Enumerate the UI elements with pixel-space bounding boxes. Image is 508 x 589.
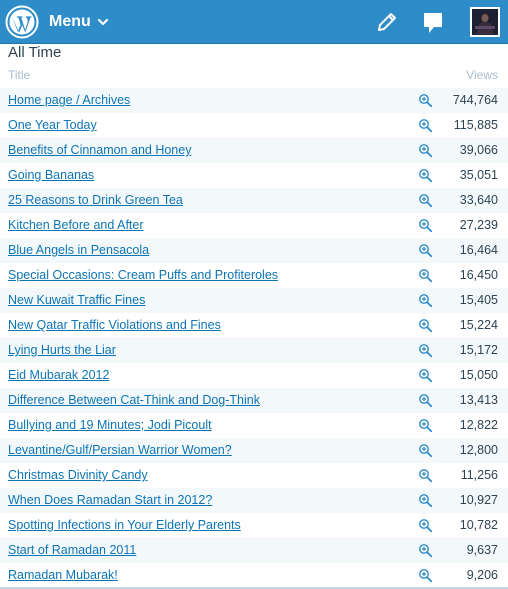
top-bar: Menu	[0, 0, 508, 44]
post-title-link[interactable]: Blue Angels in Pensacola	[8, 242, 149, 259]
zoom-details-icon[interactable]	[418, 243, 433, 258]
avatar[interactable]	[470, 7, 500, 37]
post-title-link[interactable]: New Qatar Traffic Violations and Fines	[8, 317, 221, 334]
table-row: Benefits of Cinnamon and Honey 39,066	[0, 138, 508, 163]
post-title-link[interactable]: Start of Ramadan 2011	[8, 542, 136, 559]
zoom-details-icon[interactable]	[418, 493, 433, 508]
avatar-image	[472, 9, 498, 35]
view-count: 16,450	[459, 268, 498, 282]
post-title-link[interactable]: Christmas Divinity Candy	[8, 467, 148, 484]
view-count: 115,885	[453, 118, 498, 132]
view-count: 15,405	[459, 293, 498, 307]
table-row: Bullying and 19 Minutes; Jodi Picoult 12,…	[0, 413, 508, 438]
view-count: 13,413	[459, 393, 498, 407]
zoom-details-icon[interactable]	[418, 143, 433, 158]
table-row: Ramadan Mubarak! 9,206	[0, 563, 508, 588]
column-header-views: Views	[466, 68, 498, 82]
view-count: 33,640	[459, 193, 498, 207]
zoom-details-icon[interactable]	[418, 343, 433, 358]
zoom-details-icon[interactable]	[418, 193, 433, 208]
view-count: 744,764	[452, 93, 498, 107]
top-posts-table: Home page / Archives 744,764 One Year Toda…	[0, 88, 508, 588]
table-row: Lying Hurts the Liar 15,172	[0, 338, 508, 363]
post-title-link[interactable]: Benefits of Cinnamon and Honey	[8, 142, 191, 159]
post-title-link[interactable]: 25 Reasons to Drink Green Tea	[8, 192, 183, 209]
table-row: 25 Reasons to Drink Green Tea 33,640	[0, 188, 508, 213]
view-count: 27,239	[459, 218, 498, 232]
post-title-link[interactable]: Bullying and 19 Minutes; Jodi Picoult	[8, 417, 212, 434]
menu-button[interactable]: Menu	[49, 10, 109, 34]
view-count: 15,050	[459, 368, 498, 382]
table-row: Home page / Archives 744,764	[0, 88, 508, 113]
table-row: Special Occasions: Cream Puffs and Profi…	[0, 263, 508, 288]
pencil-icon[interactable]	[375, 10, 399, 34]
post-title-link[interactable]: New Kuwait Traffic Fines	[8, 292, 145, 309]
chevron-down-icon	[97, 18, 108, 26]
table-row: One Year Today 115,885	[0, 113, 508, 138]
zoom-details-icon[interactable]	[418, 568, 433, 583]
view-count: 9,637	[466, 543, 498, 557]
post-title-link[interactable]: Lying Hurts the Liar	[8, 342, 116, 359]
post-title-link[interactable]: Spotting Infections in Your Elderly Pare…	[8, 517, 241, 534]
view-count: 15,224	[459, 318, 498, 332]
table-row: Kitchen Before and After 27,239	[0, 213, 508, 238]
table-row: New Qatar Traffic Violations and Fines 15…	[0, 313, 508, 338]
post-title-link[interactable]: Levantine/Gulf/Persian Warrior Women?	[8, 442, 232, 459]
zoom-details-icon[interactable]	[418, 518, 433, 533]
post-title-link[interactable]: Home page / Archives	[8, 92, 130, 109]
view-count: 39,066	[459, 143, 498, 157]
column-header-title: Title	[8, 68, 31, 82]
zoom-details-icon[interactable]	[418, 218, 433, 233]
view-count: 12,800	[459, 443, 498, 457]
view-count: 9,206	[466, 568, 498, 582]
table-row: Levantine/Gulf/Persian Warrior Women? 12,…	[0, 438, 508, 463]
view-count: 10,782	[459, 518, 498, 532]
table-row: Blue Angels in Pensacola 16,464	[0, 238, 508, 263]
view-count: 12,822	[459, 418, 498, 432]
zoom-details-icon[interactable]	[418, 543, 433, 558]
post-title-link[interactable]: Special Occasions: Cream Puffs and Profi…	[8, 267, 278, 284]
zoom-details-icon[interactable]	[418, 468, 433, 483]
zoom-details-icon[interactable]	[418, 93, 433, 108]
view-count: 11,256	[460, 468, 498, 482]
view-count: 35,051	[459, 168, 498, 182]
post-title-link[interactable]: One Year Today	[8, 117, 97, 134]
table-row: Spotting Infections in Your Elderly Pare…	[0, 513, 508, 538]
view-count: 15,172	[459, 343, 498, 357]
zoom-details-icon[interactable]	[418, 168, 433, 183]
zoom-details-icon[interactable]	[418, 418, 433, 433]
view-count: 16,464	[459, 243, 498, 257]
table-row: Eid Mubarak 2012 15,050	[0, 363, 508, 388]
post-title-link[interactable]: Difference Between Cat-Think and Dog-Thi…	[8, 392, 260, 409]
section-title: All Time	[8, 44, 62, 61]
zoom-details-icon[interactable]	[418, 318, 433, 333]
table-row: New Kuwait Traffic Fines 15,405	[0, 288, 508, 313]
table-row: Start of Ramadan 2011 9,637	[0, 538, 508, 563]
table-row: Going Bananas 35,051	[0, 163, 508, 188]
wordpress-logo-icon[interactable]	[5, 5, 39, 39]
table-row: Christmas Divinity Candy 11,256	[0, 463, 508, 488]
notification-bubble-icon[interactable]	[421, 10, 445, 36]
view-count: 10,927	[459, 493, 498, 507]
zoom-details-icon[interactable]	[418, 443, 433, 458]
menu-label: Menu	[49, 13, 91, 30]
table-row: When Does Ramadan Start in 2012? 10,927	[0, 488, 508, 513]
zoom-details-icon[interactable]	[418, 393, 433, 408]
post-title-link[interactable]: Eid Mubarak 2012	[8, 367, 109, 384]
table-row: Difference Between Cat-Think and Dog-Thi…	[0, 388, 508, 413]
post-title-link[interactable]: When Does Ramadan Start in 2012?	[8, 492, 212, 509]
zoom-details-icon[interactable]	[418, 268, 433, 283]
post-title-link[interactable]: Kitchen Before and After	[8, 217, 144, 234]
zoom-details-icon[interactable]	[418, 368, 433, 383]
post-title-link[interactable]: Going Bananas	[8, 167, 94, 184]
post-title-link[interactable]: Ramadan Mubarak!	[8, 567, 118, 584]
zoom-details-icon[interactable]	[418, 118, 433, 133]
zoom-details-icon[interactable]	[418, 293, 433, 308]
